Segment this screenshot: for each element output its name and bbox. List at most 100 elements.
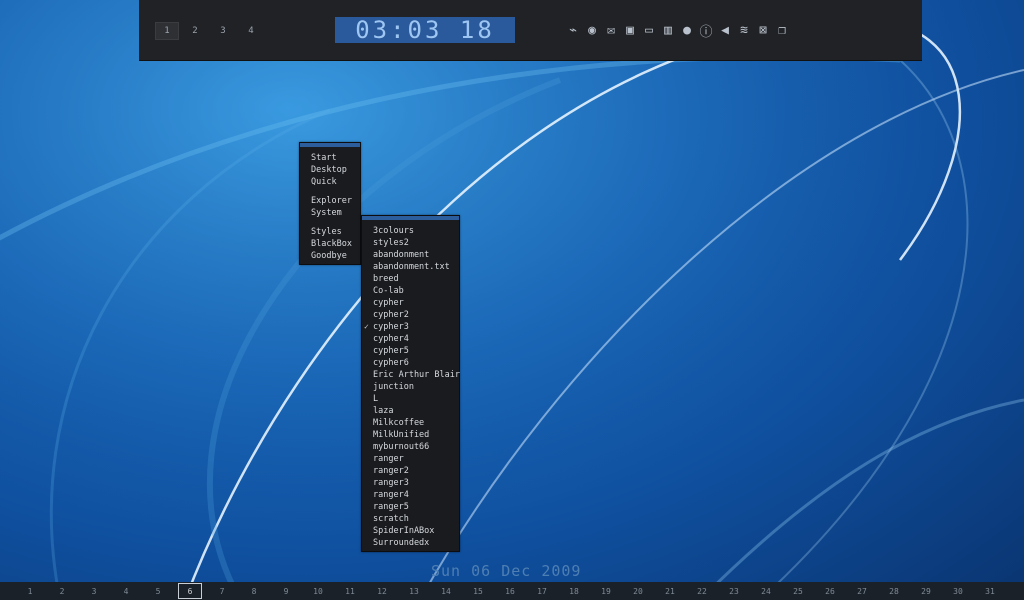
style-menu-item-label: Milkcoffee (373, 418, 425, 428)
computer-icon[interactable]: ▭ (641, 22, 657, 38)
style-menu-item[interactable]: SpiderInABox (362, 525, 459, 537)
calendar-day-30[interactable]: 30 (946, 584, 970, 598)
disconnected-icon[interactable]: ⊠ (755, 22, 771, 38)
style-menu-item-label: abandonment (373, 250, 430, 260)
style-menu-item[interactable]: ranger3 (362, 477, 459, 489)
style-menu-item[interactable]: breed (362, 273, 459, 285)
windows-icon[interactable]: ❐ (774, 22, 790, 38)
calendar-day-22[interactable]: 22 (690, 584, 714, 598)
calendar-day-6[interactable]: 6 (178, 583, 202, 599)
style-menu-item[interactable]: laza (362, 405, 459, 417)
calendar-day-14[interactable]: 14 (434, 584, 458, 598)
calendar-day-26[interactable]: 26 (818, 584, 842, 598)
style-menu-item-label: L (373, 394, 379, 404)
style-menu-item[interactable]: abandonment (362, 249, 459, 261)
workspace-4-button[interactable]: 4 (239, 22, 263, 40)
style-menu-item[interactable]: scratch (362, 513, 459, 525)
style-menu-item[interactable]: Eric Arthur Blair (362, 369, 460, 381)
calendar-day-15[interactable]: 15 (466, 584, 490, 598)
style-menu-item[interactable]: cypher5 (362, 345, 459, 357)
style-menu-item[interactable]: abandonment.txt (362, 261, 459, 273)
style-menu-item[interactable]: cypher2 (362, 309, 459, 321)
style-menu-item[interactable]: ranger4 (362, 489, 459, 501)
style-menu-item[interactable]: ✓ cypher3 (362, 321, 459, 333)
style-menu-item-label: cypher2 (373, 310, 409, 320)
root-menu-item-desktop[interactable]: Desktop (300, 164, 360, 176)
calendar-day-3[interactable]: 3 (82, 584, 106, 598)
calendar-day-8[interactable]: 8 (242, 584, 266, 598)
style-menu-item-label: MilkUnified (373, 430, 430, 440)
calendar-day-4[interactable]: 4 (114, 584, 138, 598)
calendar-day-9[interactable]: 9 (274, 584, 298, 598)
style-menu-item-label: ranger4 (373, 490, 409, 500)
style-menu-item-label: ranger3 (373, 478, 409, 488)
root-menu-item-start[interactable]: Start (300, 152, 360, 164)
calendar-day-20[interactable]: 20 (626, 584, 650, 598)
satellite-icon[interactable]: ◉ (584, 22, 600, 38)
style-menu-item-label: ranger (373, 454, 404, 464)
root-menu-item-system[interactable]: System (300, 207, 360, 219)
calendar-day-10[interactable]: 10 (306, 584, 330, 598)
style-menu-item[interactable]: myburnout66 (362, 441, 459, 453)
sphere-icon[interactable]: ● (679, 22, 695, 38)
calendar-day-13[interactable]: 13 (402, 584, 426, 598)
calendar-day-11[interactable]: 11 (338, 584, 362, 598)
calendar-day-24[interactable]: 24 (754, 584, 778, 598)
cabinet-icon[interactable]: ▥ (660, 22, 676, 38)
calendar-day-16[interactable]: 16 (498, 584, 522, 598)
root-menu-item-styles[interactable]: Styles (300, 226, 360, 238)
calendar-day-28[interactable]: 28 (882, 584, 906, 598)
root-menu-item-explorer[interactable]: Explorer (300, 195, 360, 207)
calendar-day-17[interactable]: 17 (530, 584, 554, 598)
style-menu-item-label: junction (373, 382, 414, 392)
workspace-2-button[interactable]: 2 (183, 22, 207, 40)
style-menu-item[interactable]: Surroundedx (362, 537, 459, 549)
style-menu-item[interactable]: L (362, 393, 459, 405)
root-menu-item-blackbox[interactable]: BlackBox (300, 238, 360, 250)
calendar-day-31[interactable]: 31 (978, 584, 1002, 598)
style-menu-item-label: cypher5 (373, 346, 409, 356)
style-menu-item-label: cypher4 (373, 334, 409, 344)
style-menu-item[interactable]: ranger2 (362, 465, 459, 477)
calendar-bar: 1 2 3 4 5 6 7 8 9 10 11 12 13 14 15 16 17 18 19 20 21 22 23 24 2… (0, 582, 1024, 600)
style-menu-item[interactable]: Milkcoffee (362, 417, 459, 429)
style-menu-item-label: SpiderInABox (373, 526, 435, 536)
calendar-day-7[interactable]: 7 (210, 584, 234, 598)
style-menu-item-label: Surroundedx (373, 538, 430, 548)
calendar-day-1[interactable]: 1 (18, 584, 42, 598)
mail-icon[interactable]: ✉ (603, 22, 619, 38)
calendar-day-19[interactable]: 19 (594, 584, 618, 598)
style-menu-item[interactable]: styles2 (362, 237, 459, 249)
style-menu-item[interactable]: MilkUnified (362, 429, 459, 441)
calendar-day-18[interactable]: 18 (562, 584, 586, 598)
info-icon[interactable]: ⓘ (698, 22, 714, 40)
date-display: Sun 06 Dec 2009 (431, 562, 582, 580)
network-icon[interactable]: ⌁ (565, 22, 581, 38)
monitor-icon[interactable]: ▣ (622, 22, 638, 38)
style-menu-item[interactable]: ranger (362, 453, 459, 465)
calendar-day-12[interactable]: 12 (370, 584, 394, 598)
root-menu-item-goodbye[interactable]: Goodbye (300, 250, 360, 262)
style-menu-item-label: scratch (373, 514, 409, 524)
style-menu-item[interactable]: ranger5 (362, 501, 459, 513)
style-menu-item[interactable]: Co-lab (362, 285, 459, 297)
style-menu-item[interactable]: cypher4 (362, 333, 459, 345)
calendar-day-29[interactable]: 29 (914, 584, 938, 598)
volume-icon[interactable]: ◀ (717, 22, 733, 38)
style-menu-item[interactable]: cypher (362, 297, 459, 309)
calendar-day-5[interactable]: 5 (146, 584, 170, 598)
root-menu: Start Desktop Quick Explorer System Styles Bla… (299, 142, 361, 265)
root-menu-item-quick[interactable]: Quick (300, 176, 360, 188)
style-menu-item-label: 3colours (373, 226, 414, 236)
style-menu-item[interactable]: junction (362, 381, 459, 393)
calendar-day-25[interactable]: 25 (786, 584, 810, 598)
calendar-day-27[interactable]: 27 (850, 584, 874, 598)
calendar-day-21[interactable]: 21 (658, 584, 682, 598)
calendar-day-23[interactable]: 23 (722, 584, 746, 598)
style-menu-item[interactable]: cypher6 (362, 357, 459, 369)
calendar-day-2[interactable]: 2 (50, 584, 74, 598)
wireless-icon[interactable]: ≋ (736, 22, 752, 38)
workspace-1-button[interactable]: 1 (155, 22, 179, 40)
style-menu-item[interactable]: 3colours (362, 225, 459, 237)
workspace-3-button[interactable]: 3 (211, 22, 235, 40)
